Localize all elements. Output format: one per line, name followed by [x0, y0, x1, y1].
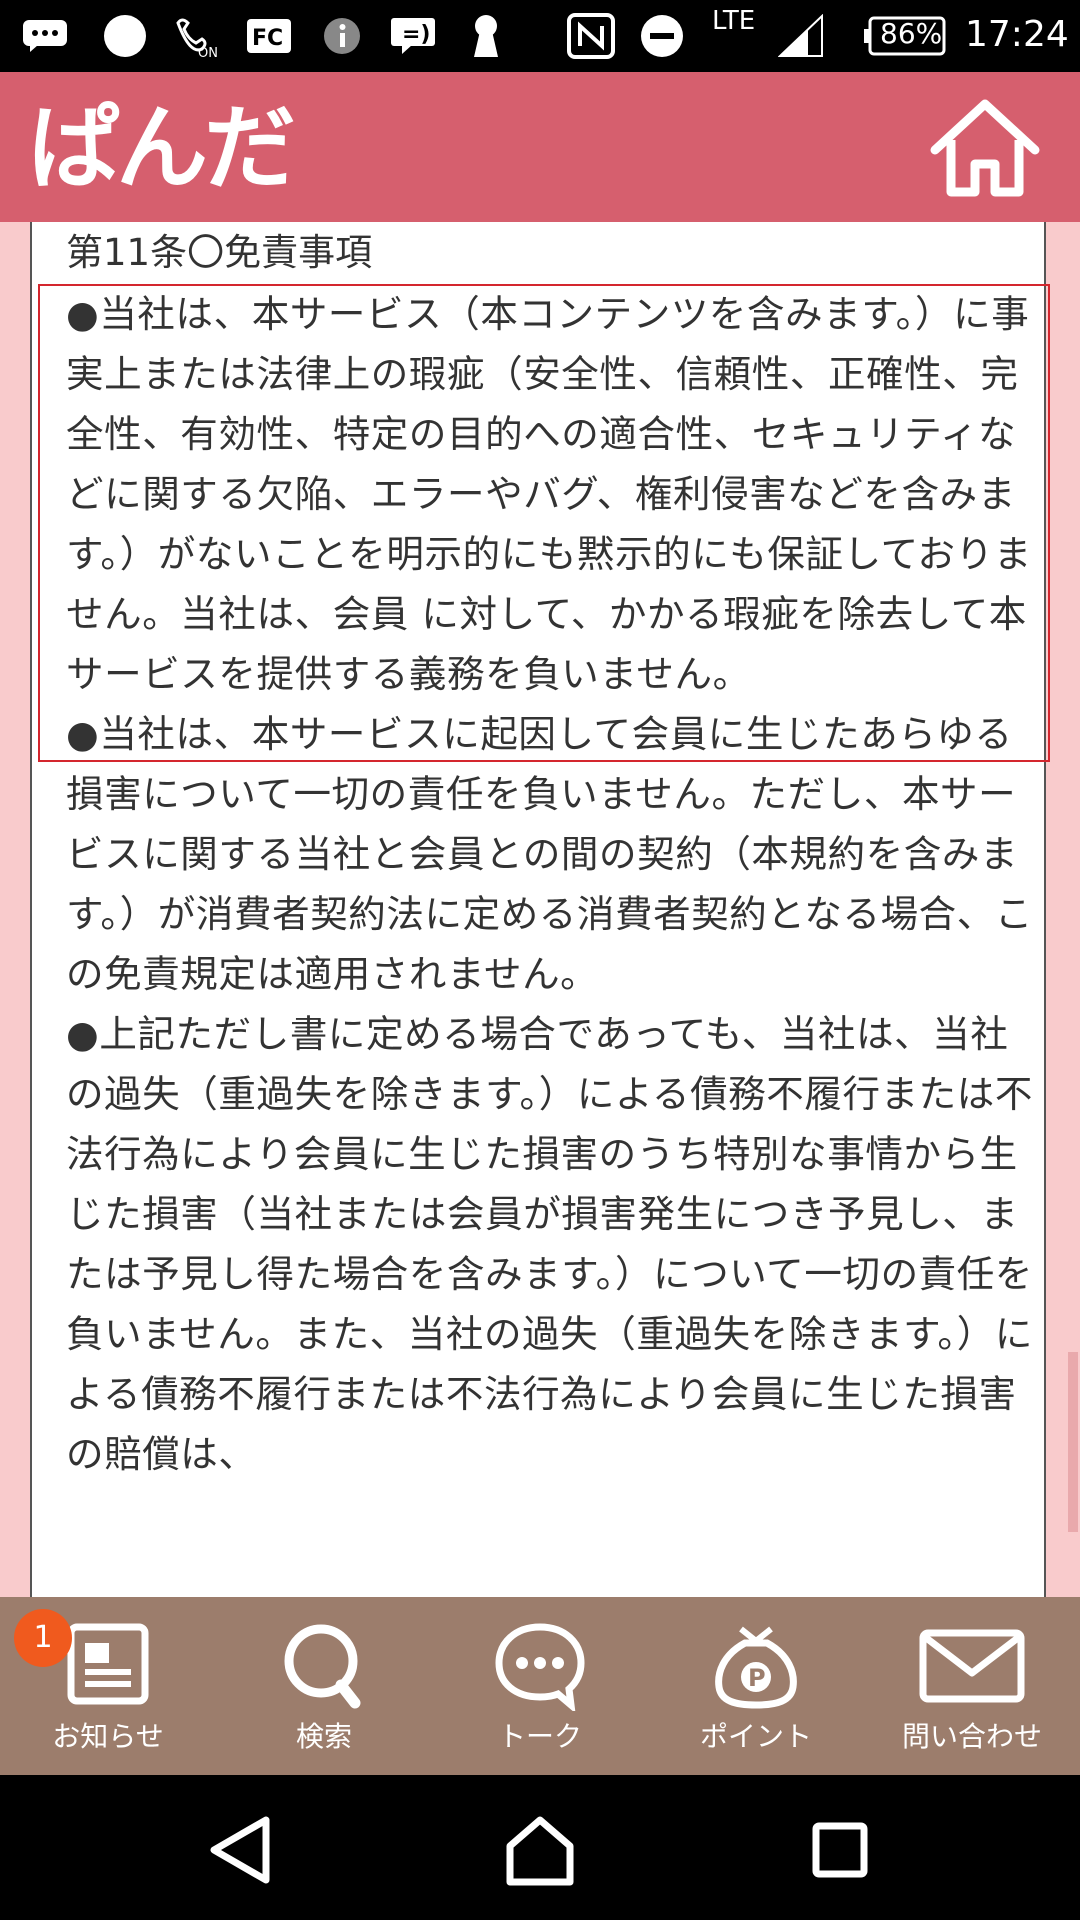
- system-back-button[interactable]: [200, 1810, 280, 1890]
- nav-item-contact[interactable]: 問い合わせ: [864, 1597, 1080, 1775]
- nav-item-talk[interactable]: トーク: [432, 1597, 648, 1775]
- home-button[interactable]: [925, 94, 1045, 204]
- mail-icon: [919, 1629, 1025, 1703]
- article-panel: 第11条〇免責事項 ●当社は、本サービス（本コンテンツを含みます。）に事実上また…: [30, 222, 1050, 1597]
- svg-text:=): =): [402, 22, 431, 47]
- article-paragraph-1: ●当社は、本サービス（本コンテンツを含みます。）に事実上または法律上の瑕疵（安全…: [66, 292, 1032, 696]
- article-body: ●当社は、本サービス（本コンテンツを含みます。）に事実上または法律上の瑕疵（安全…: [66, 284, 1041, 1484]
- notification-badge: 1: [14, 1609, 72, 1667]
- wifi-calling-icon: ON: [172, 14, 222, 59]
- scrollbar-thumb[interactable]: [1068, 1352, 1078, 1532]
- article-title: 第11条〇免責事項: [66, 231, 373, 274]
- article-paragraph-3: ●上記ただし書に定める場合であっても、当社は、当社の過失（重過失を除きます。）に…: [66, 1012, 1033, 1476]
- point-bag-icon: P: [715, 1626, 797, 1709]
- back-icon: [210, 1816, 270, 1884]
- chat-icon: [495, 1623, 585, 1711]
- nav-label-news: お知らせ: [52, 1720, 164, 1753]
- nav-item-search[interactable]: 検索: [216, 1597, 432, 1775]
- app-logo[interactable]: ぱんだ: [28, 94, 296, 204]
- dnd-icon: [640, 14, 684, 58]
- status-bar: ON FC =) LTE 86% 17:24: [0, 0, 1080, 72]
- nav-label-talk: トーク: [497, 1720, 582, 1753]
- svg-text:P: P: [748, 1664, 766, 1692]
- info-icon: [322, 14, 362, 58]
- content-area[interactable]: 第11条〇免責事項 ●当社は、本サービス（本コンテンツを含みます。）に事実上また…: [0, 222, 1080, 1597]
- nav-item-point[interactable]: P ポイント: [648, 1597, 864, 1775]
- fc-icon: FC: [246, 14, 292, 58]
- keyhole-icon: [468, 14, 504, 58]
- bottom-nav: 1 お知らせ 検索 トーク P ポイント 問い合わせ: [0, 1597, 1080, 1775]
- system-home-button[interactable]: [500, 1810, 580, 1890]
- nav-label-search: 検索: [295, 1720, 352, 1753]
- article-paragraph-2: ●当社は、本サービスに起因して会員に生じたあらゆる損害について一切の責任を負いま…: [66, 712, 1033, 996]
- clock-time: 17:24: [965, 14, 1069, 55]
- battery-percent: 86%: [880, 17, 943, 50]
- circle-icon: [102, 14, 148, 58]
- home-icon: [930, 99, 1040, 197]
- nfc-icon: [566, 13, 616, 59]
- system-nav-bar: [0, 1775, 1080, 1920]
- signal-icon: [778, 14, 824, 58]
- svg-text:ON: ON: [198, 46, 218, 59]
- lte-label: LTE: [712, 6, 756, 36]
- recents-icon: [812, 1822, 868, 1878]
- system-recents-button[interactable]: [800, 1810, 880, 1890]
- nav-label-contact: 問い合わせ: [901, 1720, 1042, 1753]
- home-icon: [506, 1816, 574, 1886]
- nav-label-point: ポイント: [699, 1720, 812, 1753]
- app-header: ぱんだ: [0, 72, 1080, 222]
- nav-item-news[interactable]: 1 お知らせ: [0, 1597, 216, 1775]
- voice-message-icon: =): [390, 14, 436, 58]
- search-icon: [284, 1624, 361, 1709]
- chat-bubble-icon: [22, 14, 68, 58]
- svg-text:FC: FC: [252, 26, 283, 51]
